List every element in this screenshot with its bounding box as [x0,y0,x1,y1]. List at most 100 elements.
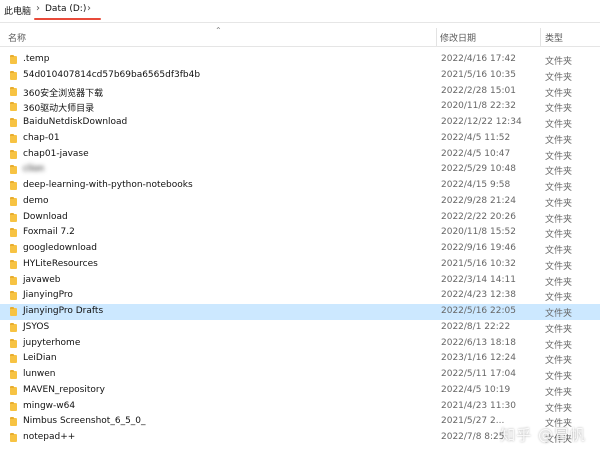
file-date: 2022/5/16 22:05 [441,306,516,316]
folder-icon [10,149,17,159]
folder-icon [10,370,17,379]
breadcrumb: 此电脑 › Data (D:) › [0,0,600,23]
chevron-right-icon[interactable]: › [36,3,40,14]
file-row[interactable]: lunwen 2022/5/11 17:04 文件夹 [0,367,600,383]
file-date: 2022/9/16 19:46 [441,243,516,253]
file-type: 文件夹 [545,293,573,304]
file-row[interactable]: BaiduNetdiskDownload 2022/12/22 12:34 文件夹 [0,115,600,131]
file-name: clion [23,164,45,175]
file-row[interactable]: 360安全浏览器下载 2022/2/28 15:01 文件夹 [0,84,600,100]
file-date: 2022/2/22 20:26 [441,211,516,222]
column-divider[interactable] [540,28,541,46]
folder-icon [10,181,17,190]
file-date: 2023/1/16 12:24 [441,353,516,364]
file-date: 2022/12/22 12:34 [441,117,522,127]
file-date: 2022/8/1 22:22 [441,321,511,332]
file-date: 2021/5/27 2... [441,416,505,427]
file-type: 文件夹 [545,167,573,178]
column-type-header[interactable]: 类型 [545,31,563,44]
file-date: 2022/4/5 10:47 [441,148,511,159]
file-type: 文件夹 [545,309,573,319]
file-row[interactable]: mingw-w64 2021/4/23 11:30 文件夹 [0,399,600,415]
file-row[interactable]: jupyterhome 2022/6/13 18:18 文件夹 [0,336,600,352]
file-row[interactable]: 360驱动大师目录 2020/11/8 22:32 文件夹 [0,99,600,115]
file-date: 2022/9/28 21:24 [441,195,516,206]
file-type: 文件夹 [545,324,573,335]
file-type: 文件夹 [545,387,573,398]
file-row[interactable]: LeiDian 2023/1/16 12:24 文件夹 [0,351,600,367]
column-divider[interactable] [436,28,437,46]
file-type: 文件夹 [545,372,573,382]
file-date: 2022/4/15 9:58 [441,180,511,190]
file-name: HYLiteResources [23,258,98,269]
file-row[interactable]: clion 2022/5/29 10:48 文件夹 [0,162,600,178]
breadcrumb-this-pc[interactable]: 此电脑 [4,4,31,17]
file-date: 2022/4/5 10:19 [441,384,511,395]
file-row[interactable]: Download 2022/2/22 20:26 文件夹 [0,210,600,226]
file-name: JSYOS [23,321,50,332]
file-row[interactable]: JianyingPro Drafts 2022/5/16 22:05 文件夹 [0,304,600,320]
chevron-right-icon[interactable]: › [87,3,91,14]
file-row[interactable]: chap01-javase 2022/4/5 10:47 文件夹 [0,147,600,163]
folder-icon [10,275,17,285]
file-row[interactable]: demo 2022/9/28 21:24 文件夹 [0,194,600,210]
folder-icon [10,118,17,127]
file-name: javaweb [23,274,61,285]
folder-icon [10,338,17,348]
file-type: 文件夹 [545,403,573,414]
file-row[interactable]: Foxmail 7.2 2020/11/8 15:52 文件夹 [0,225,600,241]
file-type: 文件夹 [545,151,573,162]
folder-icon [10,212,17,222]
file-type: 文件夹 [545,135,573,146]
file-row[interactable]: deep-learning-with-python-notebooks 2022/… [0,178,600,194]
file-date: 2022/4/5 11:52 [441,132,511,143]
file-name: BaiduNetdiskDownload [23,117,128,127]
file-date: 2022/4/16 17:42 [441,54,516,64]
breadcrumb-drive-d[interactable]: Data (D:) [45,4,86,14]
file-name: Nimbus Screenshot_6_5_0_ [23,416,146,427]
watermark: 知乎 @冒帆 [500,426,586,444]
folder-icon [10,385,17,395]
column-name-header[interactable]: 名称 [8,31,26,44]
file-date: 2022/5/29 10:48 [441,164,516,175]
file-row[interactable]: HYLiteResources 2021/5/16 10:32 文件夹 [0,257,600,273]
file-name: MAVEN_repository [23,384,105,395]
file-name: chap-01 [23,132,60,143]
folder-icon [10,354,17,364]
file-date: 2022/2/28 15:01 [441,85,516,96]
file-date: 2021/5/16 10:32 [441,258,516,269]
file-row[interactable]: JianyingPro 2022/4/23 12:38 文件夹 [0,288,600,304]
file-type: 文件夹 [545,261,573,272]
file-row[interactable]: javaweb 2022/3/14 14:11 文件夹 [0,273,600,289]
file-date: 2022/6/13 18:18 [441,337,516,348]
folder-icon [10,228,17,238]
file-row[interactable]: googledownload 2022/9/16 19:46 文件夹 [0,241,600,257]
file-date: 2020/11/8 15:52 [441,227,516,238]
file-name: chap01-javase [23,148,89,159]
file-name: notepad++ [23,432,76,442]
file-row[interactable]: JSYOS 2022/8/1 22:22 文件夹 [0,320,600,336]
file-name: Foxmail 7.2 [23,227,75,238]
folder-icon [10,70,17,80]
file-type: 文件夹 [545,230,573,241]
file-name: demo [23,195,49,206]
file-type: 文件夹 [545,198,573,209]
sort-up-icon: ⌃ [215,26,222,35]
file-date: 2020/11/8 22:32 [441,101,516,112]
folder-icon [10,401,17,411]
folder-icon [10,433,17,442]
folder-icon [10,291,17,301]
file-name: JianyingPro Drafts [23,306,104,316]
file-row[interactable]: .temp 2022/4/16 17:42 文件夹 [0,52,600,68]
file-type: 文件夹 [545,72,573,83]
file-row[interactable]: 54d010407814cd57b69ba6565df3fb4b 2021/5/1… [0,68,600,84]
file-name: .temp [23,54,50,64]
column-date-header[interactable]: 修改日期 [440,31,476,44]
file-name: 54d010407814cd57b69ba6565df3fb4b [23,69,201,80]
file-type: 文件夹 [545,104,573,115]
file-row[interactable]: chap-01 2022/4/5 11:52 文件夹 [0,131,600,147]
file-row[interactable]: MAVEN_repository 2022/4/5 10:19 文件夹 [0,383,600,399]
file-list: .temp 2022/4/16 17:42 文件夹 54d010407814cd57b… [0,52,600,446]
file-type: 文件夹 [545,214,573,225]
highlight-underline [34,18,101,20]
